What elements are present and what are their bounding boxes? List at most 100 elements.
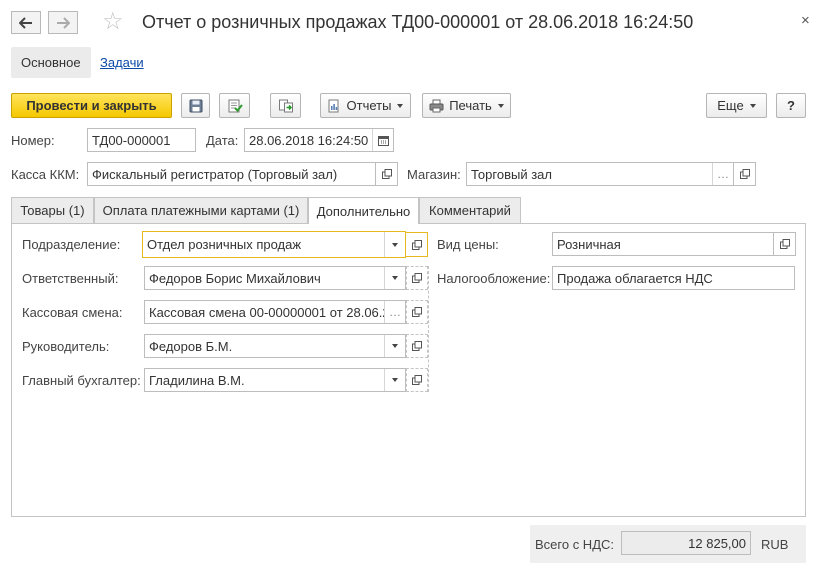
manager-dropdown-button[interactable]	[384, 335, 405, 357]
back-button[interactable]	[11, 11, 41, 34]
kkm-label: Касса ККМ:	[11, 167, 80, 182]
printer-icon	[429, 99, 444, 112]
post-and-close-button[interactable]: Провести и закрыть	[11, 93, 172, 118]
help-label: ?	[787, 98, 795, 113]
floppy-disk-icon	[189, 99, 202, 112]
calendar-icon	[377, 135, 389, 146]
post-document-icon	[228, 99, 243, 112]
section-tasks-link[interactable]: Задачи	[90, 47, 154, 78]
number-label: Номер:	[11, 133, 55, 148]
store-value: Торговый зал	[471, 166, 552, 182]
document-movements-icon	[278, 99, 293, 112]
tab-comment[interactable]: Комментарий	[419, 197, 521, 223]
tab-additional[interactable]: Дополнительно	[308, 197, 419, 224]
reports-icon	[328, 99, 339, 112]
print-menu-button[interactable]: Печать	[422, 93, 511, 118]
store-label: Магазин:	[407, 167, 461, 182]
manager-open-button[interactable]	[406, 334, 428, 358]
ellipsis-icon: …	[717, 167, 729, 181]
open-external-icon	[412, 307, 422, 317]
responsible-open-button[interactable]	[406, 266, 428, 290]
favorite-star-icon[interactable]: ☆	[102, 8, 124, 36]
open-external-icon	[411, 239, 422, 250]
total-value: 12 825,00	[688, 535, 746, 551]
accountant-field[interactable]: Гладилина В.М.	[144, 368, 406, 392]
tab-comment-label: Комментарий	[429, 203, 511, 218]
forward-button[interactable]	[48, 11, 78, 34]
store-select-button[interactable]: …	[712, 163, 733, 185]
chevron-down-icon	[397, 103, 404, 108]
section-main-label: Основное	[21, 55, 81, 70]
more-label: Еще	[717, 98, 744, 113]
price-type-open-button[interactable]	[774, 232, 796, 256]
chevron-down-icon	[392, 242, 398, 247]
open-external-icon	[381, 169, 392, 179]
accountant-open-button[interactable]	[406, 368, 428, 392]
reports-menu-button[interactable]: Отчеты	[320, 93, 411, 118]
section-tasks-label: Задачи	[100, 55, 144, 70]
date-field[interactable]: 28.06.2018 16:24:50	[244, 128, 394, 152]
shift-open-button[interactable]	[406, 300, 428, 324]
ellipsis-icon: …	[389, 305, 401, 319]
division-open-button[interactable]	[406, 232, 428, 257]
taxation-label: Налогообложение:	[437, 271, 551, 286]
print-label: Печать	[449, 98, 492, 113]
total-field: 12 825,00	[621, 531, 751, 555]
chevron-down-icon	[392, 344, 398, 348]
store-field[interactable]: Торговый зал …	[466, 162, 734, 186]
number-field[interactable]: ТД00-000001	[87, 128, 196, 152]
responsible-dropdown-button[interactable]	[384, 267, 405, 289]
shift-select-button[interactable]: …	[384, 301, 405, 323]
manager-field[interactable]: Федоров Б.М.	[144, 334, 406, 358]
price-type-field[interactable]: Розничная	[552, 232, 774, 256]
post-and-close-label: Провести и закрыть	[26, 98, 157, 113]
kkm-open-button[interactable]	[376, 162, 398, 186]
taxation-value: Продажа облагается НДС	[557, 270, 713, 286]
responsible-label: Ответственный:	[22, 271, 119, 286]
accountant-dropdown-button[interactable]	[384, 369, 405, 391]
more-menu-button[interactable]: Еще	[706, 93, 767, 118]
open-external-icon	[412, 273, 422, 283]
shift-label: Кассовая смена:	[22, 305, 123, 320]
help-button[interactable]: ?	[776, 93, 806, 118]
close-icon[interactable]: ×	[801, 12, 810, 29]
manager-label: Руководитель:	[22, 339, 110, 354]
tab-goods-label: Товары (1)	[20, 203, 85, 218]
tab-goods[interactable]: Товары (1)	[11, 197, 94, 223]
division-dropdown-button[interactable]	[384, 232, 405, 257]
open-external-icon	[412, 341, 422, 351]
post-button[interactable]	[219, 93, 250, 118]
number-value: ТД00-000001	[92, 132, 171, 148]
kkm-field[interactable]: Фискальный регистратор (Торговый зал)	[87, 162, 376, 186]
division-field[interactable]: Отдел розничных продаж	[142, 231, 406, 258]
save-button[interactable]	[181, 93, 210, 118]
tab-card-payments[interactable]: Оплата платежными картами (1)	[94, 197, 308, 223]
shift-value: Кассовая смена 00-00000001 от 28.06.2018…	[149, 304, 384, 320]
date-label: Дата:	[206, 133, 239, 148]
reports-label: Отчеты	[346, 98, 392, 113]
total-label: Всего с НДС:	[535, 537, 615, 552]
responsible-field[interactable]: Федоров Борис Михайлович	[144, 266, 406, 290]
currency-label: RUB	[761, 537, 789, 552]
chevron-down-icon	[497, 103, 504, 108]
kkm-value: Фискальный регистратор (Торговый зал)	[92, 166, 338, 182]
open-external-icon	[739, 169, 750, 179]
store-open-button[interactable]	[734, 162, 756, 186]
chevron-down-icon	[749, 103, 756, 108]
section-main[interactable]: Основное	[11, 47, 91, 78]
manager-value: Федоров Б.М.	[149, 338, 233, 354]
division-label: Подразделение:	[22, 237, 121, 252]
accountant-label: Главный бухгалтер:	[22, 373, 141, 388]
calendar-button[interactable]	[372, 129, 393, 151]
price-type-label: Вид цены:	[437, 237, 499, 252]
tab-card-payments-label: Оплата платежными картами (1)	[102, 203, 300, 218]
taxation-field[interactable]: Продажа облагается НДС	[552, 266, 795, 290]
open-external-icon	[779, 239, 790, 249]
movements-button[interactable]	[270, 93, 301, 118]
chevron-down-icon	[392, 378, 398, 382]
tab-additional-label: Дополнительно	[316, 203, 411, 219]
arrow-right-icon	[57, 16, 70, 29]
window-title: Отчет о розничных продажах ТД00-000001 о…	[142, 12, 694, 32]
shift-field[interactable]: Кассовая смена 00-00000001 от 28.06.2018…	[144, 300, 406, 324]
division-value: Отдел розничных продаж	[147, 237, 302, 252]
